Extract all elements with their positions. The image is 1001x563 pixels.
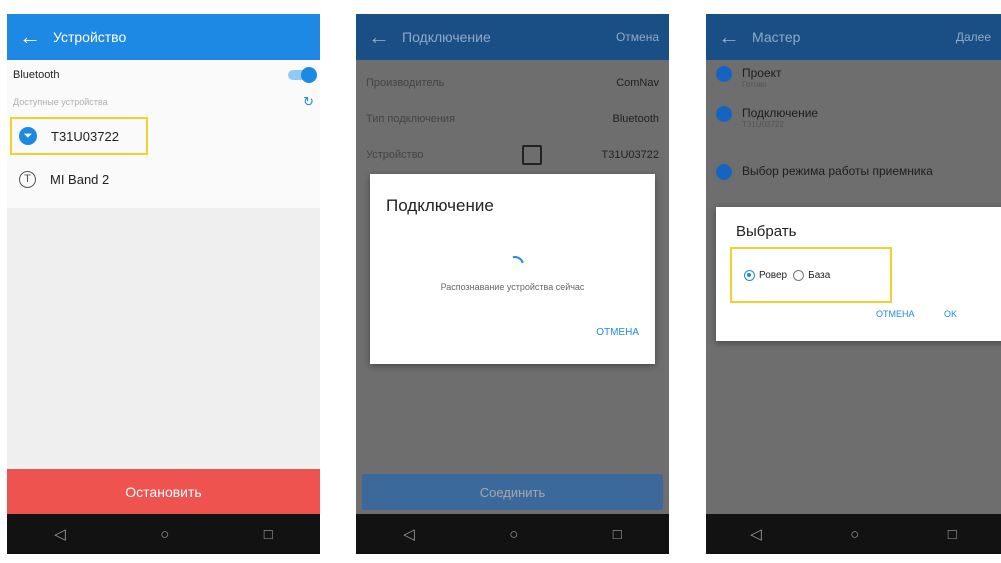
screen-device-list: ← Устройство Bluetooth Доступные устройс…	[7, 14, 320, 554]
back-arrow-icon[interactable]: ←	[356, 14, 402, 60]
bluetooth-toggle[interactable]	[288, 67, 317, 83]
step-title: Подключение	[742, 106, 819, 120]
app-bar: ← Устройство	[7, 14, 320, 60]
step-title: Проект	[742, 66, 782, 80]
device-name: MI Band 2	[50, 171, 110, 187]
system-navbar: ◁ ○ □	[706, 514, 1001, 554]
wizard-step[interactable]: Подключение T31U03722	[716, 106, 1001, 130]
cancel-action[interactable]: Отмена	[616, 30, 669, 44]
page-title: Устройство	[53, 29, 127, 45]
highlight-box	[10, 117, 148, 155]
connection-dialog: Подключение Распознавание устройства сей…	[370, 174, 655, 364]
toggle-knob	[301, 67, 317, 83]
nav-home-icon[interactable]: ○	[850, 526, 859, 543]
row-value: T31U03722	[601, 149, 660, 161]
bluetooth-device-icon: T	[19, 170, 36, 188]
radio-label: База	[808, 270, 831, 281]
page-title: Подключение	[402, 29, 491, 45]
bluetooth-label: Bluetooth	[13, 69, 60, 81]
mode-radio-group: Ровер База	[744, 270, 830, 281]
row-value: Bluetooth	[612, 113, 659, 125]
nav-recent-icon[interactable]: □	[613, 526, 622, 543]
nav-recent-icon[interactable]: □	[948, 526, 957, 543]
loading-spinner-icon	[502, 252, 528, 278]
stop-button[interactable]: Остановить	[7, 469, 320, 514]
app-bar: ← Подключение Отмена	[356, 14, 669, 60]
row-label: Тип подключения	[366, 113, 456, 125]
available-devices-label: Доступные устройства	[13, 97, 108, 107]
next-action[interactable]: Далее	[956, 30, 1001, 44]
nav-back-icon[interactable]: ◁	[750, 525, 762, 543]
nav-back-icon[interactable]: ◁	[54, 525, 66, 543]
select-mode-dialog: Выбрать Ровер База ОТМЕНА OK	[716, 207, 1001, 341]
bluetooth-row: Bluetooth	[7, 64, 320, 86]
step-indicator-icon	[716, 106, 732, 122]
nav-recent-icon[interactable]: □	[264, 526, 273, 543]
row-value: ComNav	[616, 77, 659, 89]
step-title: Выбор режима работы приемника	[742, 164, 933, 178]
step-subtitle: Готово	[742, 80, 767, 89]
row-label: Производитель	[366, 77, 445, 89]
connect-button[interactable]: Соединить	[362, 474, 663, 510]
dialog-cancel-button[interactable]: ОТМЕНА	[596, 327, 639, 338]
device-item[interactable]: T MI Band 2	[7, 159, 320, 199]
step-indicator-icon	[716, 164, 732, 180]
system-navbar: ◁ ○ □	[7, 514, 320, 554]
scan-qr-icon[interactable]	[521, 145, 542, 165]
radio-label: Ровер	[759, 270, 788, 281]
settings-row[interactable]: Тип подключения Bluetooth	[356, 104, 669, 134]
dialog-cancel-button[interactable]: ОТМЕНА	[876, 309, 915, 319]
radio-rover[interactable]	[744, 270, 755, 281]
dialog-ok-button[interactable]: OK	[944, 309, 957, 319]
nav-home-icon[interactable]: ○	[160, 526, 169, 543]
settings-row[interactable]: Производитель ComNav	[356, 68, 669, 98]
settings-row[interactable]: Устройство T31U03722	[356, 140, 669, 170]
wizard-step[interactable]: Проект Готово	[716, 66, 1001, 90]
step-indicator-icon	[716, 66, 732, 82]
dialog-title: Подключение	[386, 196, 494, 215]
nav-back-icon[interactable]: ◁	[403, 525, 415, 543]
step-subtitle: T31U03722	[742, 120, 784, 129]
wizard-step[interactable]: Выбор режима работы приемника	[716, 164, 1001, 180]
available-devices-header: Доступные устройства ↻	[7, 94, 320, 110]
list-empty-area	[7, 208, 320, 469]
radio-base[interactable]	[793, 270, 805, 281]
system-navbar: ◁ ○ □	[356, 514, 669, 554]
app-bar: ← Мастер Далее	[706, 14, 1001, 60]
screen-wizard: ← Мастер Далее Проект Готово Подключение…	[706, 14, 1001, 554]
refresh-icon[interactable]: ↻	[303, 94, 314, 110]
dialog-title: Выбрать	[736, 223, 797, 240]
dialog-message: Распознавание устройства сейчас	[440, 282, 585, 292]
nav-home-icon[interactable]: ○	[509, 526, 518, 543]
row-label: Устройство	[366, 149, 424, 161]
page-title: Мастер	[752, 29, 801, 45]
back-arrow-icon[interactable]: ←	[7, 14, 53, 60]
screen-connection: ← Подключение Отмена Производитель ComNa…	[356, 14, 669, 554]
back-arrow-icon[interactable]: ←	[706, 14, 752, 60]
